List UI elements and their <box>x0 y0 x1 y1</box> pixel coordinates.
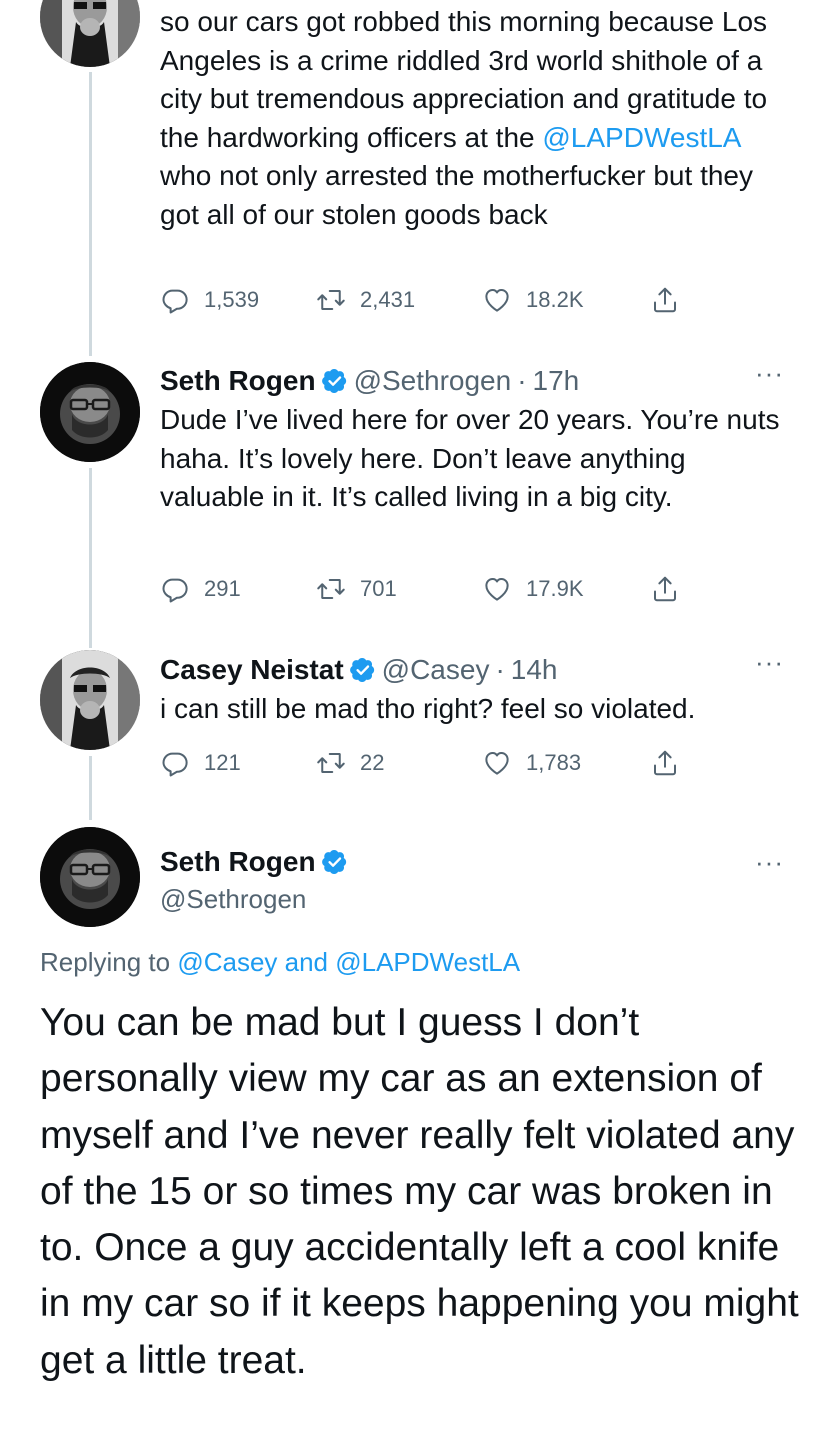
main-author-block: Seth Rogen @Sethrogen <box>160 843 354 917</box>
share-icon <box>650 748 680 778</box>
more-options-icon[interactable]: ··· <box>755 849 784 875</box>
tweet-time[interactable]: 14h <box>511 652 558 688</box>
like-count: 17.9K <box>526 576 584 601</box>
tweet-time[interactable]: 17h <box>533 363 580 399</box>
tweet-text-post: who not only arrested the motherfucker b… <box>160 160 753 230</box>
retweet-count: 2,431 <box>360 287 416 312</box>
like-count: 18.2K <box>526 287 584 312</box>
like-button[interactable]: 1,783 <box>482 745 581 781</box>
share-button[interactable] <box>650 282 680 318</box>
author-name[interactable]: Casey Neistat <box>160 652 344 688</box>
share-icon <box>650 285 680 315</box>
like-icon <box>482 748 512 778</box>
seth-avatar-image <box>40 827 140 927</box>
reply-button[interactable]: 291 <box>160 571 241 607</box>
casey-avatar-image <box>40 650 140 750</box>
verified-badge-icon <box>322 849 348 875</box>
retweet-button[interactable]: 22 <box>316 745 384 781</box>
retweet-count: 701 <box>360 576 397 601</box>
reply-count: 291 <box>204 576 241 601</box>
more-options-icon[interactable]: ··· <box>755 360 784 386</box>
seth-avatar-image <box>40 362 140 462</box>
share-button[interactable] <box>650 571 680 607</box>
tweet: Casey Neistat @Casey · 14h ··· i can sti… <box>160 649 788 729</box>
reply-button[interactable]: 1,539 <box>160 282 259 318</box>
thread-line <box>89 72 92 356</box>
reply-icon <box>160 574 190 604</box>
casey-avatar-image <box>40 0 140 67</box>
like-icon <box>482 574 512 604</box>
avatar[interactable] <box>40 0 140 67</box>
main-author-name-row: Seth Rogen <box>160 843 354 881</box>
tweet-text: Dude I’ve lived here for over 20 years. … <box>160 404 780 512</box>
like-button[interactable]: 17.9K <box>482 571 584 607</box>
retweet-button[interactable]: 2,431 <box>316 282 415 318</box>
mention-link[interactable]: @LAPDWestLA <box>542 122 740 153</box>
verified-badge-icon <box>350 657 376 683</box>
retweet-icon <box>316 748 346 778</box>
retweet-icon <box>316 285 346 315</box>
author-handle[interactable]: @Casey <box>382 652 490 688</box>
author-handle[interactable]: @Sethrogen <box>160 881 354 917</box>
reply-count: 1,539 <box>204 287 260 312</box>
tweet-text: i can still be mad tho right? feel so vi… <box>160 693 696 724</box>
reply-icon <box>160 285 190 315</box>
replying-to: Replying to @Casey and @LAPDWestLA <box>40 943 520 981</box>
tweet-actions: 121 22 1,783 <box>160 745 720 781</box>
avatar[interactable] <box>40 362 140 462</box>
reply-icon <box>160 748 190 778</box>
reply-button[interactable]: 121 <box>160 745 241 781</box>
author-name[interactable]: Seth Rogen <box>160 843 316 881</box>
like-button[interactable]: 18.2K <box>482 282 584 318</box>
verified-badge-icon <box>322 368 348 394</box>
author-name[interactable]: Seth Rogen <box>160 363 316 399</box>
separator-dot: · <box>495 654 505 685</box>
replying-and: and <box>277 947 336 977</box>
avatar[interactable] <box>40 650 140 750</box>
tweet-actions: 291 701 17.9K <box>160 571 720 607</box>
mention-link[interactable]: @LAPDWestLA <box>335 947 520 977</box>
replying-prefix: Replying to <box>40 947 178 977</box>
reply-count: 121 <box>204 750 241 775</box>
retweet-count: 22 <box>360 750 385 775</box>
separator-dot: · <box>517 365 527 396</box>
share-button[interactable] <box>650 745 680 781</box>
thread-line <box>89 756 92 820</box>
tweet: Seth Rogen @Sethrogen · 17h ··· Dude I’v… <box>160 360 788 517</box>
avatar[interactable] <box>40 827 140 927</box>
like-icon <box>482 285 512 315</box>
retweet-icon <box>316 574 346 604</box>
tweet-actions: 1,539 2,431 18.2K <box>160 282 720 318</box>
retweet-button[interactable]: 701 <box>316 571 397 607</box>
mention-link[interactable]: @Casey <box>177 947 277 977</box>
thread-line <box>89 468 92 648</box>
share-icon <box>650 574 680 604</box>
tweet-text: so our cars got robbed this morning beca… <box>160 3 788 234</box>
tweet-header: Seth Rogen @Sethrogen · 17h <box>160 363 788 399</box>
tweet-header: Casey Neistat @Casey · 14h <box>160 652 788 688</box>
main-tweet-text: You can be mad but I guess I don’t perso… <box>40 1001 799 1382</box>
like-count: 1,783 <box>526 750 582 775</box>
author-handle[interactable]: @Sethrogen <box>354 363 512 399</box>
more-options-icon[interactable]: ··· <box>755 649 784 675</box>
